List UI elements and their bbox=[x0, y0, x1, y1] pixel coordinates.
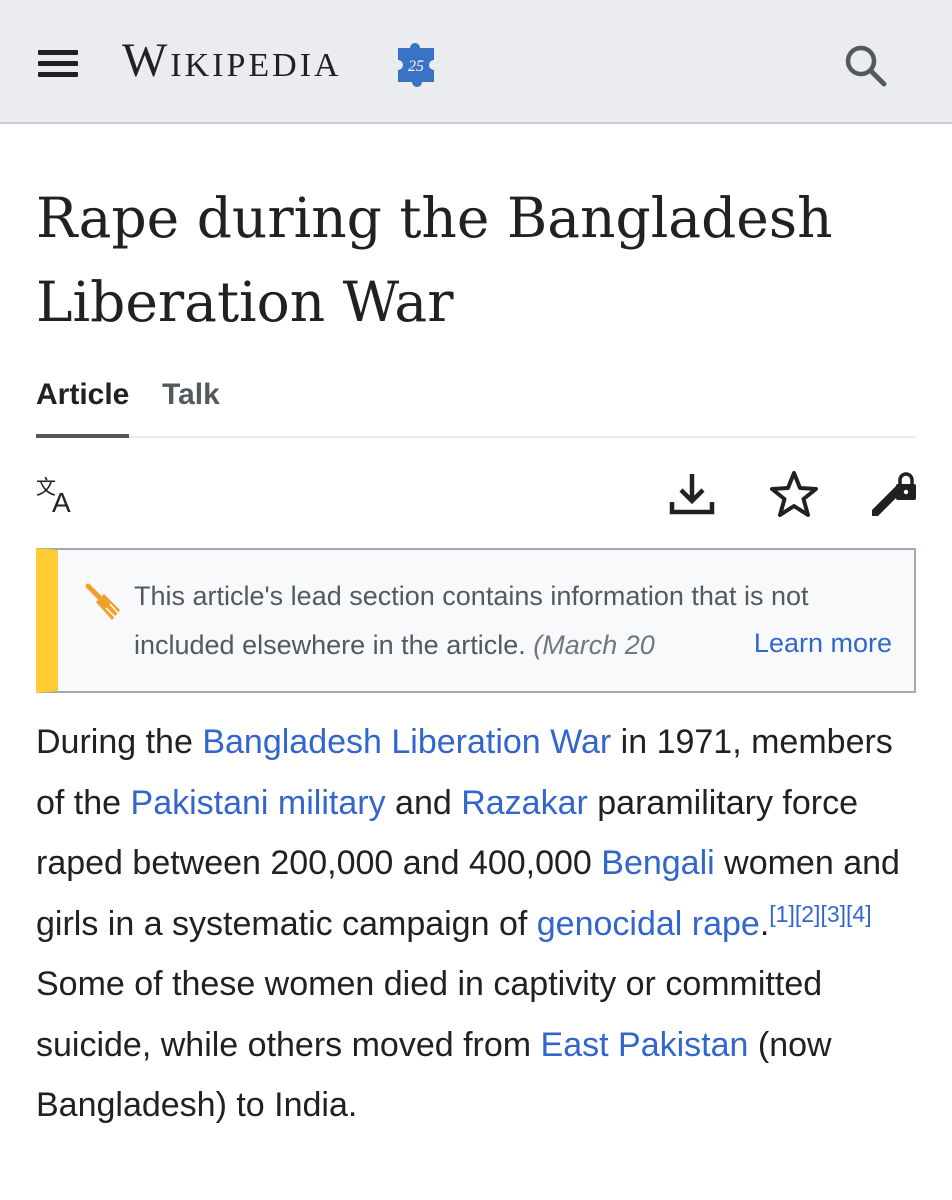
notice-message: This article's lead section contains inf… bbox=[134, 581, 809, 660]
reference-1[interactable]: [1] bbox=[769, 901, 795, 927]
search-icon[interactable] bbox=[840, 40, 890, 90]
body-text: During the bbox=[36, 723, 203, 761]
logo-badge-text: 25 bbox=[408, 58, 424, 75]
tab-talk[interactable]: Talk bbox=[162, 378, 220, 412]
page-title: Rape during the Bangladesh Liberation Wa… bbox=[36, 186, 833, 334]
namespace-tabs: Article Talk bbox=[36, 372, 916, 438]
body-text: . bbox=[759, 904, 770, 943]
link-bangladesh-liberation-war[interactable]: Bangladesh Liberation War bbox=[202, 723, 611, 761]
edit-locked-icon[interactable] bbox=[868, 468, 920, 520]
language-icon[interactable]: 文 A bbox=[34, 468, 86, 520]
active-tab-indicator bbox=[36, 434, 129, 438]
lead-paragraph: During the Bangladesh Liberation War in … bbox=[36, 712, 916, 1136]
reference-2[interactable]: [2] bbox=[795, 901, 821, 927]
wordmark-text: Wikipedia bbox=[122, 33, 342, 87]
link-genocidal-rape[interactable]: genocidal rape bbox=[537, 905, 760, 943]
reference-4[interactable]: [4] bbox=[846, 901, 872, 927]
wikipedia-wordmark[interactable]: Wikipedia bbox=[122, 30, 342, 90]
link-pakistani-military[interactable]: Pakistani military bbox=[131, 784, 386, 822]
link-bengali[interactable]: Bengali bbox=[601, 844, 714, 882]
download-icon[interactable] bbox=[666, 468, 718, 520]
svg-text:A: A bbox=[52, 487, 71, 518]
link-east-pakistan[interactable]: East Pakistan bbox=[541, 1026, 749, 1064]
reference-3[interactable]: [3] bbox=[820, 901, 846, 927]
maintenance-notice[interactable]: This article's lead section contains inf… bbox=[36, 548, 916, 693]
top-header: Wikipedia 25 bbox=[0, 0, 952, 124]
notice-date: (March 20 bbox=[533, 630, 655, 660]
body-text: and bbox=[385, 783, 462, 822]
hamburger-menu-icon[interactable] bbox=[36, 44, 80, 82]
puzzle-globe-25-icon: 25 bbox=[398, 43, 434, 87]
tab-article[interactable]: Article bbox=[36, 378, 129, 412]
learn-more-link[interactable]: Learn more bbox=[745, 628, 892, 659]
link-razakar[interactable]: Razakar bbox=[461, 784, 588, 822]
broom-icon bbox=[85, 583, 120, 620]
star-icon[interactable] bbox=[768, 468, 820, 520]
references: [1][2][3][4] bbox=[769, 901, 871, 927]
